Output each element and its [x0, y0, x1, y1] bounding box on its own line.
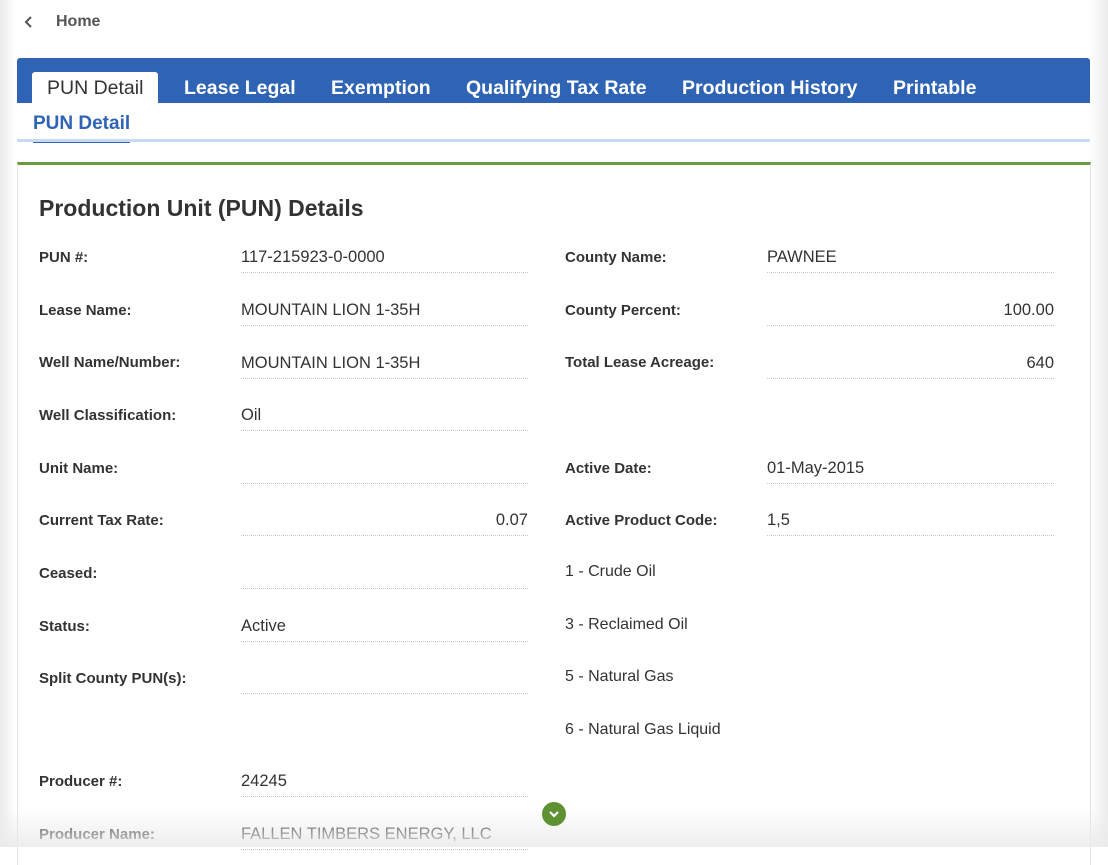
county-name-value: PAWNEE: [767, 245, 1054, 273]
tab-printable[interactable]: Printable: [893, 72, 976, 103]
main-tab-bar: PUN Detail Lease Legal Exemption Qualify…: [17, 58, 1090, 103]
well-name-label: Well Name/Number:: [39, 354, 181, 371]
subtab-divider: [17, 139, 1090, 142]
chevron-down-icon: [549, 811, 559, 818]
status-value: Active: [241, 614, 528, 642]
well-classification-value: Oil: [241, 403, 528, 431]
page-shadow-right: [1090, 0, 1108, 847]
lease-name-label: Lease Name:: [39, 302, 132, 319]
scroll-down-button[interactable]: [542, 802, 566, 826]
split-county-pun-label: Split County PUN(s):: [39, 670, 187, 687]
total-lease-acreage-label: Total Lease Acreage:: [565, 354, 715, 371]
ceased-value: [241, 561, 528, 589]
chevron-left-icon: [24, 16, 32, 28]
active-date-value: 01-May-2015: [767, 456, 1054, 484]
product-code-item: 5 - Natural Gas: [565, 668, 674, 685]
split-county-pun-value: [241, 666, 528, 694]
producer-number-value: 24245: [241, 769, 528, 797]
tab-pun-detail[interactable]: PUN Detail: [32, 72, 159, 103]
pun-number-label: PUN #:: [39, 249, 89, 266]
pun-number-value: 117-215923-0-0000: [241, 245, 528, 273]
county-percent-value: 100.00: [767, 298, 1054, 326]
well-name-value: MOUNTAIN LION 1-35H: [241, 351, 528, 379]
producer-name-value: FALLEN TIMBERS ENERGY, LLC: [241, 822, 528, 850]
status-label: Status:: [39, 618, 90, 635]
section-title: Production Unit (PUN) Details: [39, 195, 364, 221]
page-shadow-left: [0, 0, 16, 847]
active-date-label: Active Date:: [565, 460, 652, 477]
lease-name-value: MOUNTAIN LION 1-35H: [241, 298, 528, 326]
active-product-code-label: Active Product Code:: [565, 512, 718, 529]
ceased-label: Ceased:: [39, 565, 98, 582]
county-name-label: County Name:: [565, 249, 667, 266]
tab-exemption[interactable]: Exemption: [331, 72, 431, 103]
product-code-item: 3 - Reclaimed Oil: [565, 616, 688, 633]
county-percent-label: County Percent:: [565, 302, 681, 319]
unit-name-label: Unit Name:: [39, 460, 119, 477]
well-classification-label: Well Classification:: [39, 407, 177, 424]
product-code-item: 6 - Natural Gas Liquid: [565, 721, 721, 738]
tab-production-history[interactable]: Production History: [682, 72, 858, 103]
active-product-code-value: 1,5: [767, 508, 1054, 536]
pun-details-card: Production Unit (PUN) Details PUN #: 117…: [17, 162, 1091, 865]
producer-name-label: Producer Name:: [39, 826, 155, 843]
home-label: Home: [56, 13, 101, 30]
total-lease-acreage-value: 640: [767, 351, 1054, 379]
current-tax-rate-label: Current Tax Rate:: [39, 512, 164, 529]
producer-number-label: Producer #:: [39, 773, 123, 790]
product-code-item: 1 - Crude Oil: [565, 563, 656, 580]
tab-qualifying-tax-rate[interactable]: Qualifying Tax Rate: [466, 72, 647, 103]
tab-lease-legal[interactable]: Lease Legal: [184, 72, 296, 103]
back-home-link[interactable]: Home: [22, 10, 100, 34]
current-tax-rate-value: 0.07: [241, 508, 528, 536]
unit-name-value: [241, 456, 528, 484]
